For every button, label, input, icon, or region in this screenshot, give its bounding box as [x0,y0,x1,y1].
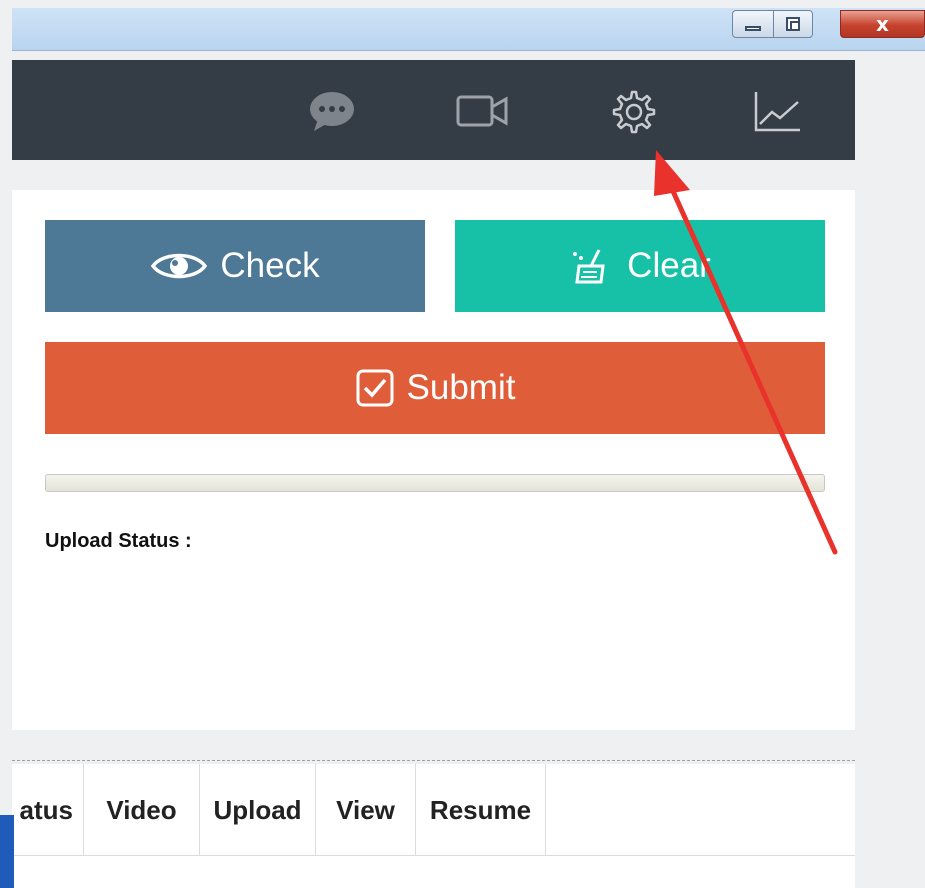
gear-icon[interactable] [602,88,662,134]
upload-status-label: Upload Status : [45,530,192,552]
top-toolbar [12,60,855,160]
table-body [12,856,855,888]
control-panel: Check Clear Submit Upload Status : [12,190,855,730]
clear-button[interactable]: Clear [455,220,825,312]
submit-button-label: Submit [406,368,516,407]
check-button-label: Check [220,246,320,285]
checkbox-icon [355,368,395,408]
window-title-bar: x [12,8,925,51]
upload-progress-bar [45,474,825,492]
minimize-icon [745,25,761,31]
minimize-button[interactable] [732,10,774,38]
close-button[interactable]: x [840,10,925,38]
column-header-upload[interactable]: Upload [200,764,316,856]
left-edge-tab [0,815,14,888]
eye-icon [150,249,208,283]
line-chart-icon[interactable] [747,88,807,134]
maximize-button[interactable] [773,10,813,38]
column-header-resume[interactable]: Resume [416,764,546,856]
table-header: atus Video Upload View Resume [12,764,855,856]
broom-icon [569,246,615,286]
section-divider [12,760,855,761]
column-header-view[interactable]: View [316,764,416,856]
restore-icon [786,17,800,31]
clear-button-label: Clear [627,246,711,285]
submit-button[interactable]: Submit [45,342,825,434]
check-button[interactable]: Check [45,220,425,312]
column-header-status[interactable]: atus [2,764,84,856]
chat-icon[interactable] [302,88,362,134]
column-header-video[interactable]: Video [84,764,200,856]
video-icon[interactable] [452,88,512,134]
